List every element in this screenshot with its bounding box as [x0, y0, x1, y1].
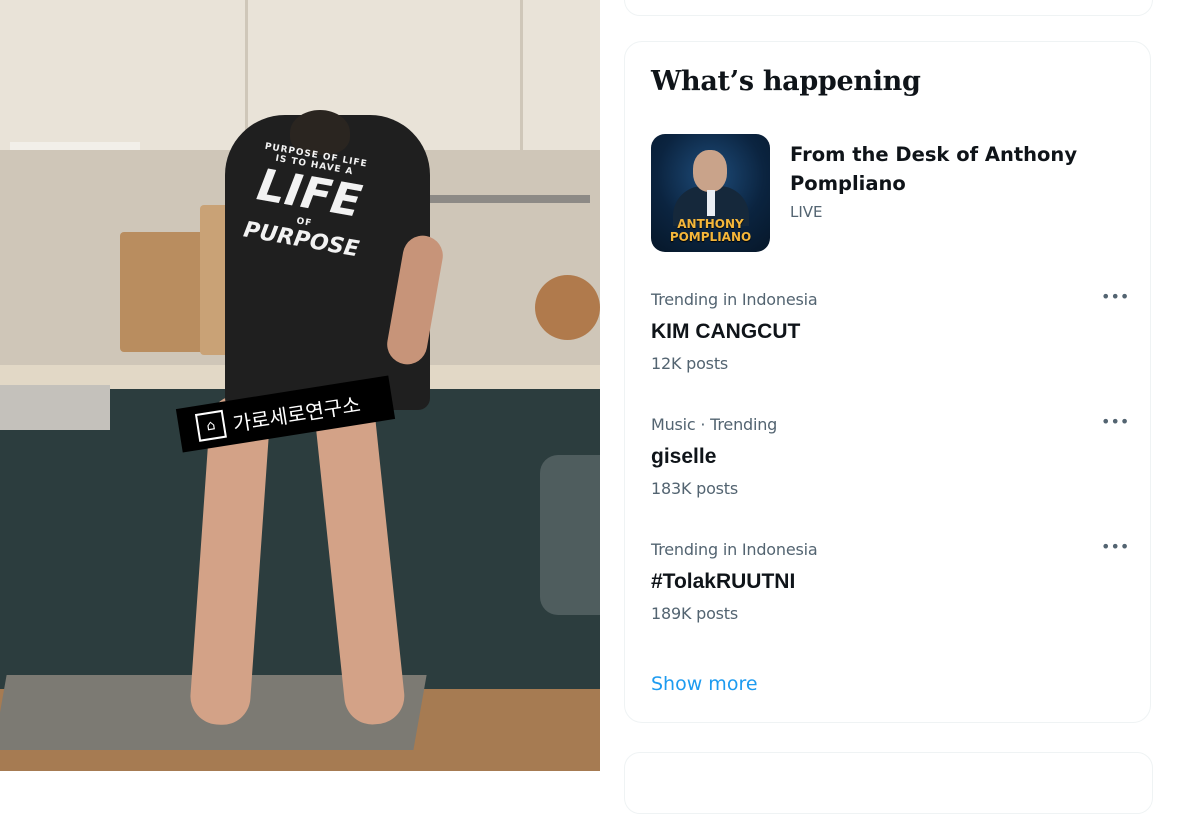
watermark-logo-icon: ⌂ [194, 409, 227, 442]
chair [540, 455, 600, 615]
panel-title: What’s happening [651, 66, 921, 97]
trend-post-count: 183K posts [651, 479, 739, 498]
thumbnail-tie [707, 190, 715, 216]
trend-topic: KIM CANGCUT [651, 320, 801, 343]
trend-topic: giselle [651, 445, 717, 468]
live-thumbnail: ANTHONY POMPLIANO [651, 134, 770, 252]
cabinet-seam [520, 0, 523, 150]
whats-happening-panel: What’s happening ANTHONY POMPLIANO From … [624, 41, 1151, 723]
live-status: LIVE [790, 203, 823, 221]
trend-context: Trending in Indonesia [651, 290, 818, 309]
trend-topic: #TolakRUUTNI [651, 570, 796, 593]
sidebar-card-next [624, 752, 1153, 814]
trend-post-count: 189K posts [651, 604, 739, 623]
right-sidebar: What’s happening ANTHONY POMPLIANO From … [600, 0, 1200, 814]
trend-item[interactable]: Trending in Indonesia #TolakRUUTNI 189K … [651, 538, 1129, 640]
lower-cabinets [0, 389, 600, 689]
more-horizontal-icon[interactable]: ••• [1101, 413, 1129, 435]
show-more-link[interactable]: Show more [651, 673, 758, 695]
embedded-photo: PURPOSE OF LIFE IS TO HAVE A LIFE OF PUR… [0, 0, 600, 771]
trend-item[interactable]: Music · Trending giselle 183K posts ••• [651, 413, 1129, 515]
woven-basket [535, 275, 600, 340]
more-horizontal-icon[interactable]: ••• [1101, 538, 1129, 560]
more-horizontal-icon[interactable]: ••• [1101, 288, 1129, 310]
thumbnail-face [693, 150, 727, 192]
trend-item[interactable]: Trending in Indonesia KIM CANGCUT 12K po… [651, 288, 1129, 390]
trend-post-count: 12K posts [651, 354, 729, 373]
sidebar-card-previous [624, 0, 1153, 16]
thumbnail-brand: ANTHONY POMPLIANO [651, 218, 770, 244]
thumbnail-brand-line: POMPLIANO [669, 230, 752, 244]
trend-context: Trending in Indonesia [651, 540, 818, 559]
dishwasher [0, 385, 110, 430]
live-event-title: From the Desk of Anthony Pompliano [790, 143, 1078, 195]
cutting-board [120, 232, 210, 352]
trend-context: Music · Trending [651, 415, 778, 434]
live-event[interactable]: ANTHONY POMPLIANO From the Desk of Antho… [651, 134, 1131, 254]
